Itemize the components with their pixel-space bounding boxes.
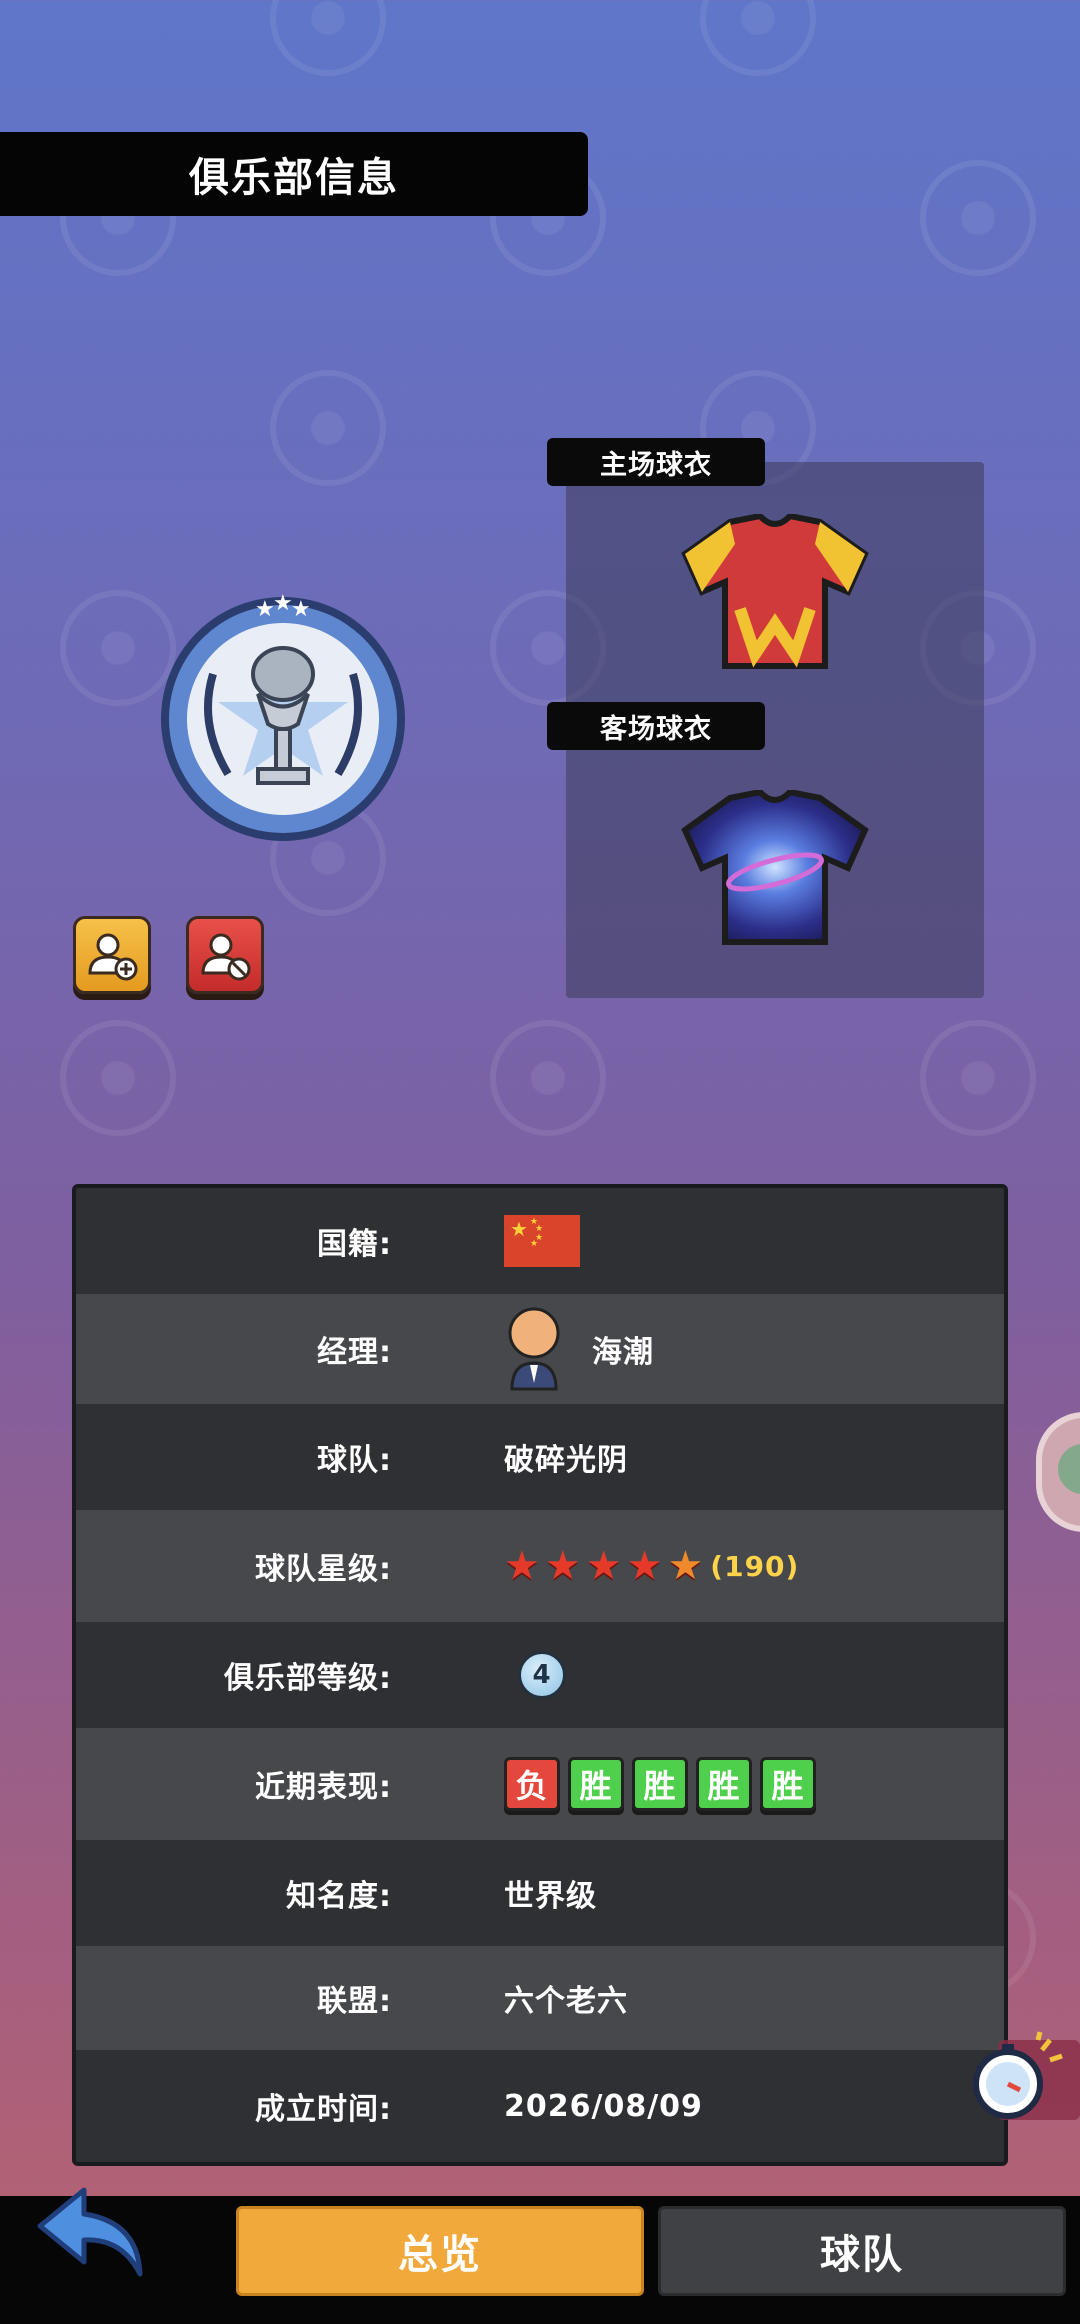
add-friend-icon: [88, 933, 138, 981]
manager-avatar[interactable]: [504, 1307, 564, 1391]
star-icon: ★: [585, 1543, 623, 1589]
nationality-label: 国籍:: [317, 1227, 392, 1262]
chat-bubble-button[interactable]: [1036, 1412, 1080, 1532]
founded-date: 2026/08/09: [504, 2088, 703, 2124]
club-level-label: 俱乐部等级:: [224, 1661, 392, 1696]
stopwatch-button[interactable]: [968, 2030, 1080, 2130]
row-manager: 经理: 海潮: [76, 1294, 1004, 1404]
tab-team[interactable]: 球队: [658, 2206, 1066, 2296]
page-title: 俱乐部信息: [0, 132, 588, 216]
home-kit-shirt[interactable]: [680, 514, 870, 674]
back-arrow-icon[interactable]: [36, 2182, 148, 2278]
star-count: (190): [710, 1549, 800, 1583]
team-name: 破碎光阴: [504, 1443, 628, 1478]
form-result-badge: 胜: [696, 1757, 752, 1811]
add-friend-button[interactable]: [73, 916, 151, 994]
svg-text:★: ★: [255, 597, 275, 622]
row-fame: 知名度: 世界级: [76, 1840, 1004, 1946]
svg-text:★: ★: [273, 594, 293, 616]
manager-name[interactable]: 海潮: [592, 1327, 654, 1371]
form-result-badge: 胜: [568, 1757, 624, 1811]
fame-value: 世界级: [504, 1879, 597, 1914]
club-level-badge: 4: [518, 1651, 566, 1699]
home-kit-label: 主场球衣: [547, 438, 765, 486]
form-result-badge: 胜: [760, 1757, 816, 1811]
away-kit-shirt[interactable]: [680, 790, 870, 950]
star-icon: ★: [504, 1543, 541, 1589]
alliance-name[interactable]: 六个老六: [504, 1976, 628, 2020]
recent-form-label: 近期表现:: [255, 1770, 392, 1805]
row-club-level: 俱乐部等级: 4: [76, 1622, 1004, 1728]
row-team: 球队: 破碎光阴: [76, 1404, 1004, 1510]
half-star-icon: ★: [667, 1543, 705, 1589]
manager-label: 经理:: [317, 1335, 392, 1370]
remove-friend-icon: [201, 933, 251, 981]
row-nationality: 国籍: ★ ★ ★ ★ ★: [76, 1188, 1004, 1294]
team-star-rating: ★ ★ ★ ★ ★ (190): [504, 1546, 799, 1586]
alliance-label: 联盟:: [317, 1984, 392, 2019]
recent-form-results: 负 胜 胜 胜 胜: [504, 1757, 816, 1811]
away-kit-label: 客场球衣: [547, 702, 765, 750]
form-result-badge: 负: [504, 1757, 560, 1811]
svg-text:★: ★: [291, 597, 311, 622]
china-flag-icon: ★ ★ ★ ★ ★: [504, 1215, 580, 1267]
row-stars: 球队星级: ★ ★ ★ ★ ★ (190): [76, 1510, 1004, 1622]
form-result-badge: 胜: [632, 1757, 688, 1811]
star-icon: ★: [626, 1543, 664, 1589]
remove-friend-button[interactable]: [186, 916, 264, 994]
team-label: 球队:: [317, 1443, 392, 1478]
club-info-table: 国籍: ★ ★ ★ ★ ★ 经理: 海潮 球队: 破碎光阴 球队星级: ★ ★ …: [72, 1184, 1008, 2166]
row-alliance: 联盟: 六个老六: [76, 1946, 1004, 2050]
row-founded: 成立时间: 2026/08/09: [76, 2050, 1004, 2162]
team-stars-label: 球队星级:: [255, 1552, 392, 1587]
star-icon: ★: [544, 1543, 582, 1589]
club-crest: ★ ★ ★: [161, 594, 405, 841]
founded-label: 成立时间:: [255, 2092, 392, 2127]
tab-overview[interactable]: 总览: [236, 2206, 644, 2296]
fame-label: 知名度:: [286, 1879, 392, 1914]
row-recent-form: 近期表现: 负 胜 胜 胜 胜: [76, 1728, 1004, 1840]
